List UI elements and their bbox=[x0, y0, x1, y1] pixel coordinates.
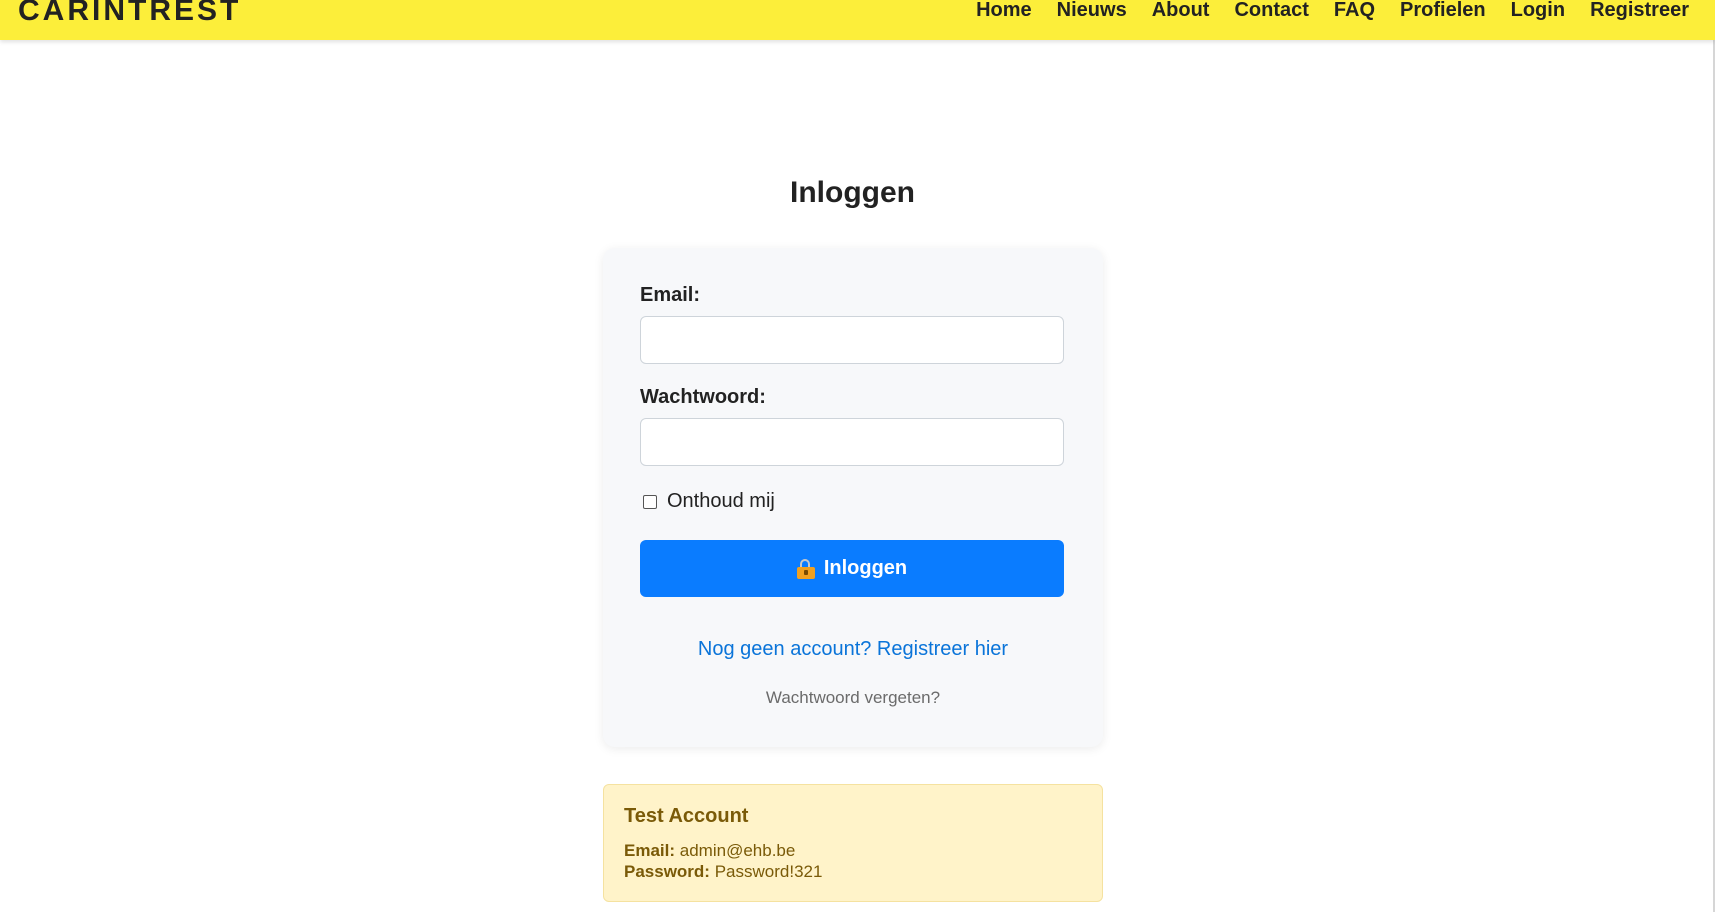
remember-label: Onthoud mij bbox=[667, 490, 775, 512]
test-account-password: Password: Password!321 bbox=[624, 861, 1082, 882]
navbar: CARINTREST Home Nieuws About Contact FAQ… bbox=[0, 0, 1715, 40]
test-account-title: Test Account bbox=[624, 805, 749, 827]
nav-link-profielen[interactable]: Profielen bbox=[1400, 0, 1486, 23]
test-account-box: Test Account Email: admin@ehb.be Passwor… bbox=[603, 784, 1103, 902]
remember-checkbox[interactable] bbox=[643, 494, 657, 509]
nav-link-faq[interactable]: FAQ bbox=[1334, 0, 1375, 23]
register-link[interactable]: Nog geen account? Registreer hier bbox=[603, 638, 1103, 661]
page: CARINTREST Home Nieuws About Contact FAQ… bbox=[0, 0, 1715, 912]
page-title: Inloggen bbox=[790, 176, 915, 209]
brand-logo[interactable]: CARINTREST bbox=[18, 0, 241, 28]
test-password-value: Password!321 bbox=[714, 862, 823, 881]
test-email-value: admin@ehb.be bbox=[679, 841, 796, 860]
nav-link-login[interactable]: Login bbox=[1511, 0, 1565, 23]
nav-link-nieuws[interactable]: Nieuws bbox=[1057, 0, 1127, 23]
test-password-label: Password: bbox=[624, 862, 710, 881]
email-label: Email: bbox=[640, 284, 701, 306]
nav-link-registreer[interactable]: Registreer bbox=[1590, 0, 1689, 23]
password-field[interactable] bbox=[640, 418, 1064, 466]
login-button[interactable]: Inloggen bbox=[640, 540, 1064, 597]
nav-link-about[interactable]: About bbox=[1152, 0, 1210, 23]
remember-me[interactable]: Onthoud mij bbox=[643, 490, 775, 513]
email-field[interactable] bbox=[640, 316, 1064, 364]
nav-link-contact[interactable]: Contact bbox=[1234, 0, 1308, 23]
test-account-email: Email: admin@ehb.be bbox=[624, 840, 1082, 861]
test-email-label: Email: bbox=[624, 841, 676, 860]
nav-link-home[interactable]: Home bbox=[976, 0, 1032, 23]
login-button-label: Inloggen bbox=[823, 557, 908, 579]
login-card: Email: Wachtwoord: Onthoud mij Inloggen … bbox=[603, 248, 1103, 747]
nav-links: Home Nieuws About Contact FAQ Profielen … bbox=[951, 0, 1689, 23]
lock-icon bbox=[796, 558, 815, 579]
forgot-password-link[interactable]: Wachtwoord vergeten? bbox=[603, 688, 1103, 708]
password-label: Wachtwoord: bbox=[640, 386, 766, 408]
